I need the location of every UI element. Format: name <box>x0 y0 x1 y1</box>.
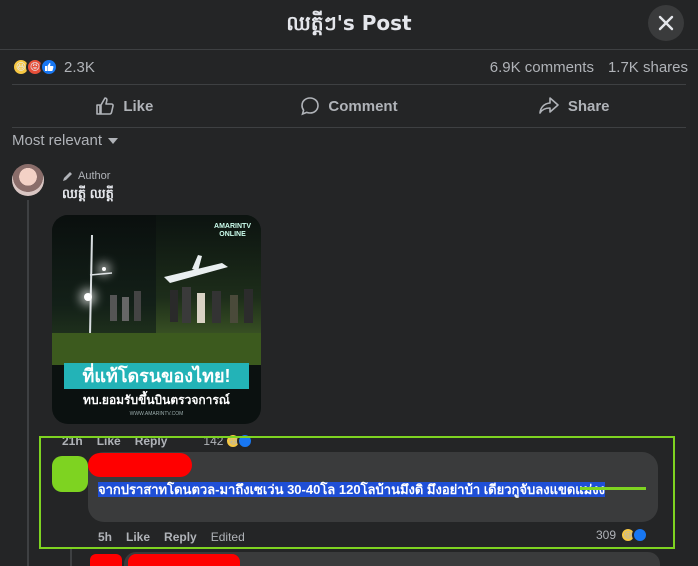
reply-text-selected: จากปราสาทโดนตวล-มาถึงเซเว่น 30-40โล 120โ… <box>98 482 605 497</box>
comment-bubble-icon <box>301 97 320 116</box>
thumbs-up-icon <box>96 97 115 115</box>
comment-button-label: Comment <box>328 97 398 115</box>
redacted-name <box>128 554 240 566</box>
close-button[interactable] <box>648 5 684 41</box>
divider <box>12 127 686 128</box>
light-glare <box>102 267 106 271</box>
strike-mark <box>580 487 646 490</box>
share-button-label: Share <box>567 97 610 115</box>
post-stats: 😆 😡 2.3K 6.9K comments 1.7K shares <box>12 56 688 82</box>
reply-avatar[interactable] <box>52 456 88 492</box>
comment-image[interactable]: AMARINTV ONLINE ที่แท้โดรนของไทย! ทบ.ยอม… <box>52 215 261 424</box>
comment-author-name[interactable]: ឈត្តី ឈត្តី <box>62 186 114 205</box>
reply-meta: 5h Like Reply Edited <box>98 530 259 544</box>
author-badge: Author <box>62 170 110 182</box>
image-brand-line1: AMARINTV <box>214 223 251 230</box>
pencil-icon <box>63 172 72 181</box>
redacted-avatar <box>90 554 122 566</box>
like-icon <box>632 527 649 543</box>
engagement-counts: 6.9K comments 1.7K shares <box>490 59 688 76</box>
image-headline-banner: ที่แท้โดรนของไทย! <box>64 363 249 389</box>
avatar[interactable] <box>12 164 44 196</box>
comment-sort-dropdown[interactable]: Most relevant <box>12 132 119 149</box>
light-glare <box>84 293 92 301</box>
post-header: ឈត្តីៗ's Post <box>0 0 698 50</box>
image-brand: AMARINTV ONLINE <box>214 223 251 239</box>
reply-text: จากปราสาทโดนตวล-มาถึงเซเว่น 30-40โล 120โ… <box>98 480 650 499</box>
close-icon <box>658 15 674 31</box>
share-button[interactable]: Share <box>461 86 686 126</box>
action-bar: Like Comment Share <box>12 86 686 126</box>
comment-button[interactable]: Comment <box>237 86 462 126</box>
reply-timestamp[interactable]: 5h <box>98 530 112 544</box>
reply-reaction-count: 309 <box>596 528 617 542</box>
image-site-url: WWW.AMARINTV.COM <box>129 411 184 417</box>
shares-count[interactable]: 1.7K shares <box>608 59 688 76</box>
like-button-label: Like <box>123 97 154 115</box>
reply-edited-label[interactable]: Edited <box>211 530 245 544</box>
like-button[interactable]: Like <box>12 86 237 126</box>
reaction-summary[interactable]: 😆 😡 2.3K <box>12 58 95 76</box>
reaction-count: 2.3K <box>64 58 95 76</box>
reply-reply-link[interactable]: Reply <box>164 530 197 544</box>
reply-like-link[interactable]: Like <box>126 530 150 544</box>
image-subhead: ทบ.ยอมรับขึ้นบินตรวจการณ์ <box>83 393 230 407</box>
reply-reactions[interactable]: 309 😆 <box>596 527 649 543</box>
caret-down-icon <box>108 137 119 144</box>
image-brand-line2: ONLINE <box>219 231 246 238</box>
thread-line <box>27 200 29 566</box>
sort-label: Most relevant <box>12 132 103 149</box>
share-arrow-icon <box>539 97 559 114</box>
author-badge-label: Author <box>78 170 111 182</box>
thread-line <box>70 549 72 566</box>
redacted-name <box>88 453 192 477</box>
image-headline: ที่แท้โดรนของไทย! <box>82 366 231 386</box>
page-title: ឈត្តីៗ's Post <box>286 11 412 35</box>
divider <box>12 84 686 85</box>
comments-count[interactable]: 6.9K comments <box>490 59 594 76</box>
like-icon <box>40 58 58 76</box>
